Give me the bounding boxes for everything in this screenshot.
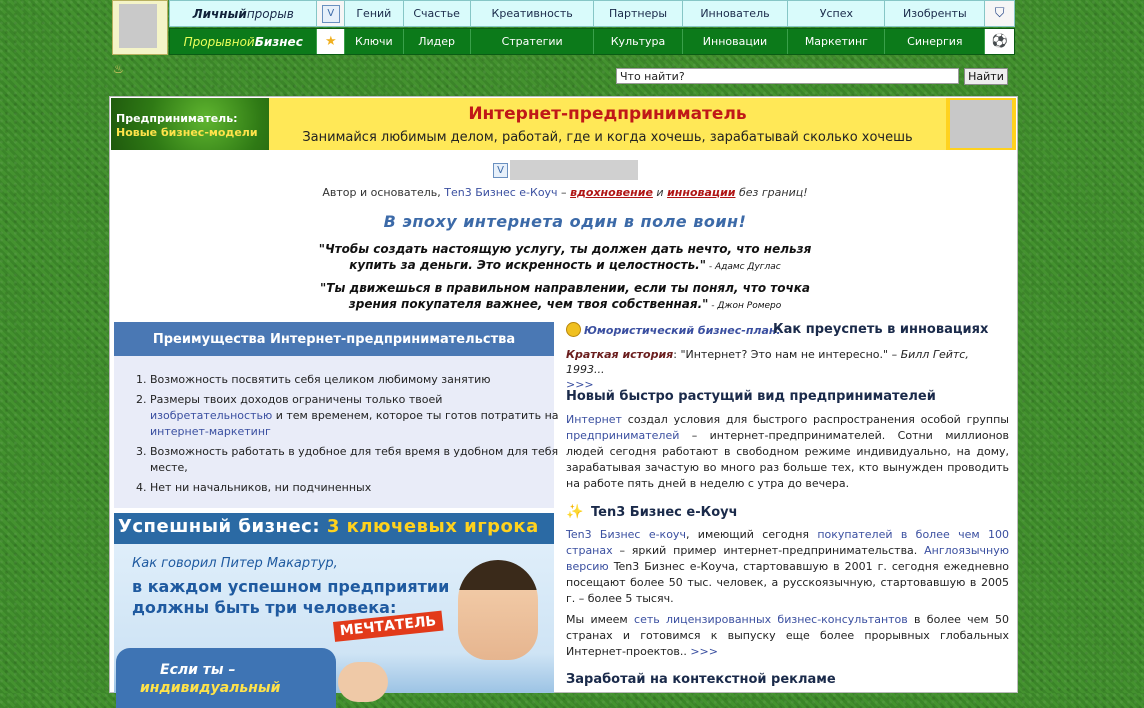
page-title: Интернет-предприниматель — [468, 104, 747, 124]
context-ad-heading: Заработай на контекстной рекламе — [566, 672, 836, 687]
humor-title[interactable]: Как преуспеть в инновациях — [773, 322, 988, 337]
banner-right-image — [950, 100, 1012, 148]
nav-row-personal: Личный прорыв V Гений Счастье Креативнос… — [169, 0, 1015, 27]
new-type-heading: Новый быстро растущий вид предпринимател… — [566, 389, 936, 404]
nav-item-genius[interactable]: Гений — [345, 1, 404, 26]
promo-quote-source: Как говорил Питер Макартур, — [132, 556, 338, 571]
new-type-paragraph: Интернет создал условия для быстрого рас… — [566, 413, 1009, 490]
ten3-link[interactable]: Ten3 Бизнес е-коуч — [566, 528, 686, 541]
logo-image — [119, 4, 157, 48]
list-item: Возможность работать в удобное для тебя … — [150, 444, 562, 476]
nav-item-happiness[interactable]: Счастье — [404, 1, 471, 26]
internet-link[interactable]: Интернет — [566, 413, 622, 426]
nav-item-leader[interactable]: Лидер — [404, 29, 471, 54]
nav-brand-personal[interactable]: Личный прорыв — [170, 1, 318, 26]
nav-item-creativity[interactable]: Креативность — [471, 1, 595, 26]
short-story: Краткая история: "Интернет? Это нам не и… — [566, 348, 969, 391]
innovation-link[interactable]: инновации — [667, 186, 735, 199]
promo-callout-line1: Если ты – — [160, 662, 236, 678]
author-line: Автор и основатель, Теn3 Бизнес е-Коуч –… — [322, 186, 808, 199]
sparkle-icon: ✨ — [566, 504, 584, 520]
nav-brand-business[interactable]: Прорывной Бизнес — [170, 29, 318, 54]
ten3-heading: Ten3 Бизнес е-Коуч — [591, 505, 738, 520]
list-item: Размеры твоих доходов ограничены только … — [150, 392, 562, 440]
nav-item-partners[interactable]: Партнеры — [594, 1, 683, 26]
badge-icon[interactable]: ⛉ — [985, 1, 1014, 26]
ten3-paragraph: Ten3 Бизнес е-коуч, имеющий сегодня поку… — [566, 528, 1009, 605]
v-logo-icon[interactable]: V — [317, 1, 346, 26]
promo-person-image — [458, 560, 538, 660]
author-link[interactable]: Теn3 Бизнес е-Коуч — [444, 186, 557, 199]
author-name-image — [510, 160, 638, 180]
nav-item-strategies[interactable]: Стратегии — [471, 29, 595, 54]
nav-item-success[interactable]: Успех — [788, 1, 886, 26]
quote-1: "Чтобы создать настоящую услугу, ты долж… — [318, 242, 812, 272]
nav-item-innovator[interactable]: Иннователь — [683, 1, 789, 26]
consultants-link[interactable]: сеть лицензированных бизнес-консультанто… — [634, 613, 908, 626]
star-icon[interactable]: ★ — [317, 29, 346, 54]
search-button[interactable]: Найти — [964, 68, 1008, 85]
promo-person2-image — [338, 662, 388, 702]
page-subtitle: Занимайся любимым делом, работай, где и … — [302, 130, 913, 145]
humor-label-link[interactable]: Юмористический бизнес-план: — [584, 324, 781, 337]
nav-item-inventions[interactable]: Изобренты — [885, 1, 986, 26]
promo-callout-line2: индивидуальный — [140, 680, 281, 696]
entrepreneurs-link[interactable]: предпринимателей — [566, 429, 679, 442]
v-logo-icon[interactable]: V — [493, 163, 508, 178]
advantages-list: Возможность посвятить себя целиком любим… — [132, 372, 562, 500]
promo-headline: в каждом успешном предприятии должны быт… — [132, 577, 450, 617]
banner-left-label: Предприниматель: — [116, 112, 238, 125]
search-input[interactable] — [616, 68, 959, 84]
nav-item-innovations[interactable]: Инновации — [683, 29, 789, 54]
nav-item-culture[interactable]: Культура — [594, 29, 683, 54]
banner-left-sublabel: Новые бизнес-модели — [116, 126, 258, 139]
promo-callout — [116, 648, 336, 708]
smiley-icon — [566, 322, 581, 337]
promo-title: Успешный бизнес: 3 ключевых игрока — [118, 516, 539, 537]
soccer-ball-icon[interactable]: ⚽ — [985, 29, 1014, 54]
list-item: Возможность посвятить себя целиком любим… — [150, 372, 562, 388]
nav-item-marketing[interactable]: Маркетинг — [788, 29, 886, 54]
nav-item-keys[interactable]: Ключи — [345, 29, 404, 54]
internet-marketing-link[interactable]: интернет-маркетинг — [150, 425, 271, 438]
ingenuity-link[interactable]: изобретательностью — [150, 409, 272, 422]
lamp-icon[interactable]: ♨ — [113, 62, 125, 76]
inspiration-link[interactable]: вдохновение — [570, 186, 653, 199]
more-link[interactable]: >>> — [690, 645, 718, 658]
network-paragraph: Мы имеем сеть лицензированных бизнес-кон… — [566, 613, 1009, 658]
slogan: В эпоху интернета один в поле воин! — [383, 212, 747, 231]
nav-row-business: Прорывной Бизнес ★ Ключи Лидер Стратегии… — [169, 28, 1015, 55]
list-item: Нет ни начальников, ни подчиненных — [150, 480, 562, 496]
nav-item-synergy[interactable]: Синергия — [885, 29, 986, 54]
site-logo[interactable] — [112, 0, 168, 55]
customers-link[interactable]: покупателей — [817, 528, 892, 541]
quote-2: "Ты движешься в правильном направлении, … — [320, 281, 810, 311]
advantages-title: Преимущества Интернет-предпринимательств… — [114, 322, 554, 356]
